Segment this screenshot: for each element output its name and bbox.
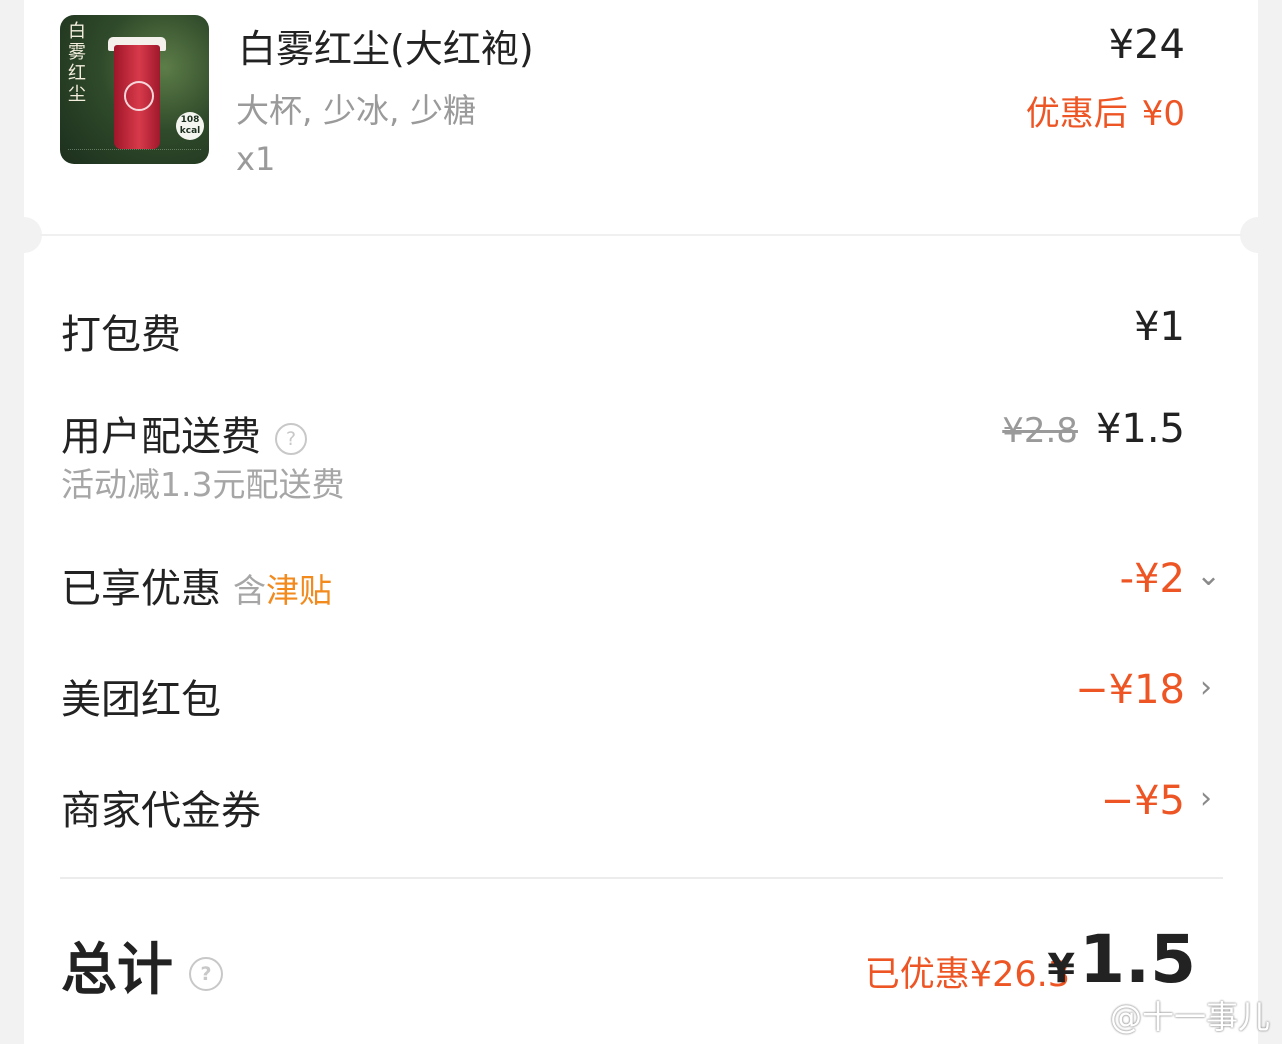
- voucher-label: 商家代金券: [61, 788, 261, 834]
- total-label: 总计: [61, 938, 173, 1003]
- delivery-fee-note: 活动减1.3元配送费: [61, 465, 345, 504]
- kcal-badge: 108 kcal: [176, 112, 204, 140]
- cup-logo-shape: [124, 81, 154, 111]
- product-price: ¥24: [1108, 22, 1185, 68]
- voucher-amount[interactable]: −¥5: [1101, 778, 1185, 824]
- chevron-down-icon[interactable]: ⌄: [1196, 558, 1221, 593]
- product-discounted-price: 优惠后 ¥0: [1026, 86, 1185, 135]
- delivery-fee-amount: ¥1.5: [1095, 406, 1185, 452]
- discount-value: ¥0: [1141, 94, 1185, 134]
- subsidy-hint: 含津贴: [233, 571, 332, 610]
- thumbnail-fineprint: [68, 149, 201, 158]
- enjoyed-discount-row-label: 已享优惠 含津贴: [61, 556, 332, 614]
- packing-fee-label: 打包费: [61, 312, 181, 358]
- delivery-fee-row-label: 用户配送费?: [61, 404, 307, 462]
- delivery-fee-original: ¥2.8: [1002, 411, 1078, 451]
- card-notch-left: [6, 217, 42, 253]
- total-value: 1.5: [1079, 921, 1196, 998]
- product-name: 白雾红尘(大红袍): [238, 27, 534, 71]
- subsidy-hint-prefix: 含: [233, 571, 266, 610]
- total-currency: ¥: [1047, 946, 1076, 992]
- delivery-fee-label: 用户配送费: [61, 414, 261, 460]
- product-thumbnail[interactable]: 白雾红尘 108 kcal: [60, 15, 209, 164]
- card-notch-right: [1240, 217, 1276, 253]
- help-icon[interactable]: ?: [189, 956, 223, 991]
- red-packet-amount[interactable]: −¥18: [1075, 667, 1185, 713]
- delivery-fee-amounts: ¥2.8 ¥1.5: [1002, 406, 1185, 452]
- subsidy-hint-highlight: 津贴: [266, 571, 332, 610]
- total-amount: ¥1.5: [1047, 921, 1196, 998]
- total-row-label: 总计?: [61, 925, 223, 1006]
- chevron-right-icon[interactable]: ›: [1200, 670, 1212, 705]
- enjoyed-discount-label: 已享优惠: [61, 566, 221, 612]
- enjoyed-discount-amount[interactable]: -¥2: [1120, 556, 1185, 602]
- chevron-right-icon[interactable]: ›: [1200, 781, 1212, 816]
- red-packet-label: 美团红包: [61, 677, 221, 723]
- card-separator: [40, 234, 1242, 236]
- product-specs: 大杯, 少冰, 少糖: [236, 91, 476, 130]
- help-icon[interactable]: ?: [275, 423, 307, 455]
- total-saved: 已优惠¥26.3: [864, 955, 1070, 995]
- watermark-text: @十一事儿: [1109, 998, 1270, 1036]
- total-divider: [60, 877, 1223, 879]
- packing-fee-amount: ¥1: [1134, 304, 1185, 350]
- order-summary-page: 白雾红尘 108 kcal 白雾红尘(大红袍) 大杯, 少冰, 少糖 x1 ¥2…: [0, 0, 1282, 1044]
- product-quantity: x1: [236, 140, 276, 178]
- thumbnail-brand-text: 白雾红尘: [68, 21, 86, 105]
- discount-label: 优惠后: [1025, 94, 1128, 134]
